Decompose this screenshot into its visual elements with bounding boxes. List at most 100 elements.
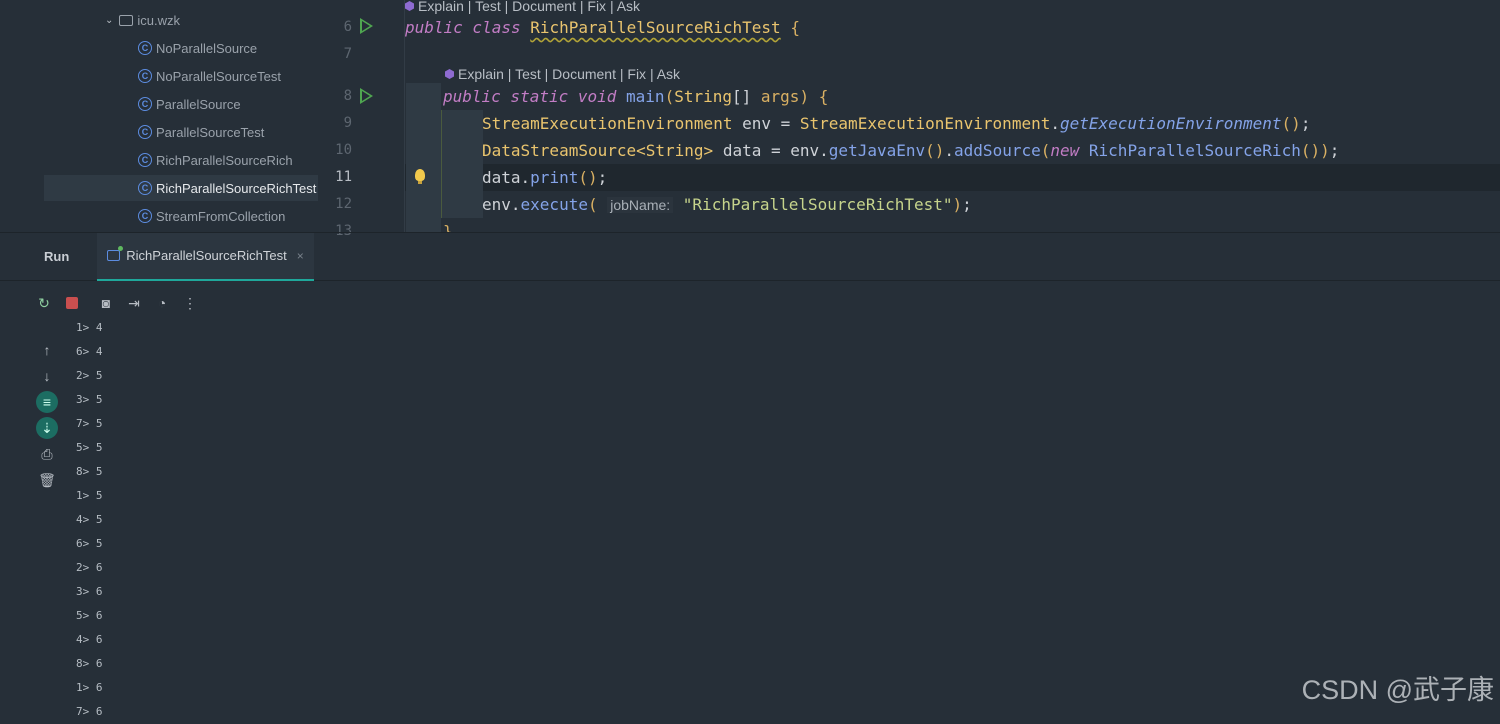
code-line[interactable]: public class RichParallelSourceRichTest … [405,14,800,41]
line-number: 10 [335,142,352,158]
arrow-down-icon[interactable]: ↓ [36,365,58,387]
code-token: ) [952,195,963,214]
console-line: 7> 6 [76,705,103,718]
code-token: jobName: [607,197,674,213]
console-line: 6> 5 [76,537,103,550]
code-token: public class [405,18,531,37]
console-line: 1> 5 [76,489,103,502]
console-line: 6> 4 [76,345,103,358]
code-token: () [578,168,598,187]
code-token: data = env. [722,141,829,160]
run-toolbar: ↻ ◙ ⇥ ◔ ⋮ [36,295,198,312]
console-line: 8> 6 [76,657,103,670]
scroll-to-end-icon[interactable]: ⇣ [36,417,58,439]
console-line: 2> 6 [76,561,103,574]
close-icon[interactable]: × [297,249,304,263]
code-token: env = [742,114,800,133]
code-token: ( [1040,141,1051,160]
rerun-icon[interactable]: ↻ [36,295,52,311]
code-token: data. [482,168,531,187]
chevron-down-icon: ⌄ [105,14,114,26]
code-token: ( [664,87,675,106]
console-line: 7> 5 [76,417,103,430]
tree-item[interactable]: C NoParallelSourceTest [138,63,281,89]
code-line[interactable]: } [443,218,453,232]
code-token: ; [1300,114,1311,133]
class-icon: C [138,209,152,223]
code-token: ) [1320,141,1330,160]
code-token: { [780,18,800,37]
code-line[interactable]: StreamExecutionEnvironment env = StreamE… [482,110,1310,137]
code-token: ) { [799,87,829,106]
ai-code-lens-main[interactable]: Explain | Test | Document | Fix | Ask [445,64,680,84]
code-token: args [760,87,800,106]
code-token: ; [962,195,972,214]
code-token: RichParallelSourceRich [1088,141,1301,160]
code-line[interactable]: DataStreamSource<String> data = env.getJ… [482,137,1339,164]
code-token: StreamExecutionEnvironment [799,114,1051,133]
code-token: RichParallelSourceRichTest [530,18,781,37]
code-token: execute [520,195,588,214]
soft-wrap-icon[interactable]: ≡ [36,391,58,413]
line-number: 9 [343,115,352,131]
lightbulb-icon[interactable] [415,169,425,184]
console-line: 2> 5 [76,369,103,382]
run-class-icon[interactable] [360,18,373,34]
code-line[interactable]: env.execute( jobName: "RichParallelSourc… [482,191,972,218]
tree-item[interactable]: C RichParallelSourceRichTest [44,175,318,201]
code-line[interactable]: public static void main(String[] args) { [443,83,828,110]
run-panel: Run RichParallelSourceRichTest × ↻ ◙ ⇥ ◔… [0,232,1500,718]
tree-item[interactable]: C StreamFromCollection [138,203,285,229]
code-token: . [944,141,955,160]
code-token: () [925,141,945,160]
tree-item[interactable]: C RichParallelSourceRich [138,147,293,173]
console-line: 3> 5 [76,393,103,406]
tree-item[interactable]: C NoParallelSource [138,35,257,61]
code-token: public static void [443,87,627,106]
tree-package[interactable]: ⌄ icu.wzk [105,7,180,33]
code-token: DataStreamSource<String> [482,141,723,160]
code-token: print [530,168,579,187]
line-number: 11 [335,169,352,185]
code-editor[interactable]: Explain | Test | Document | Fix | Ask Ex… [404,0,1500,232]
watermark: CSDN @武子康 [1301,675,1494,705]
code-token: [] [732,87,761,106]
console-line: 3> 6 [76,585,103,598]
code-token: new [1050,141,1089,160]
code-token: String [674,87,732,106]
console-line: 5> 6 [76,609,103,622]
more-icon[interactable]: ⋮ [182,295,198,311]
profiler-icon[interactable]: ◔ [154,295,170,311]
print-icon[interactable]: ⎙ [36,443,58,465]
line-number: 7 [343,46,352,62]
class-icon: C [138,69,152,83]
camera-icon[interactable]: ◙ [98,295,114,311]
arrow-up-icon[interactable]: ↑ [36,339,58,361]
tree-item[interactable]: C ParallelSourceTest [138,119,264,145]
code-token: env. [482,195,521,214]
stop-icon[interactable] [64,295,80,311]
code-token: addSource [954,141,1041,160]
class-icon: C [138,125,152,139]
tab-run-config[interactable]: RichParallelSourceRichTest × [97,232,314,281]
code-token: ; [1329,141,1340,160]
class-icon: C [138,181,152,195]
console-line: 4> 6 [76,633,103,646]
class-icon: C [138,97,152,111]
console-sidebar: ↑ ↓ ≡ ⇣ ⎙ 🗑 [36,339,60,495]
code-token: getJavaEnv [828,141,926,160]
code-token: ( [587,195,608,214]
exit-icon[interactable]: ⇥ [126,295,142,311]
code-line[interactable]: data.print(); [482,164,607,191]
class-icon: C [138,153,152,167]
line-number: 12 [335,196,352,212]
trash-icon[interactable]: 🗑 [36,469,58,491]
class-icon: C [138,41,152,55]
code-token: getExecutionEnvironment [1059,114,1282,133]
tree-item[interactable]: C ParallelSource [138,91,241,117]
run-panel-title: Run [44,249,70,264]
console-line: 1> 6 [76,681,103,694]
project-tree: ⌄ icu.wzk C NoParallelSource C NoParallelSo… [0,0,318,232]
run-main-icon[interactable] [360,88,373,104]
run-tabbar: Run RichParallelSourceRichTest × [0,232,1500,281]
